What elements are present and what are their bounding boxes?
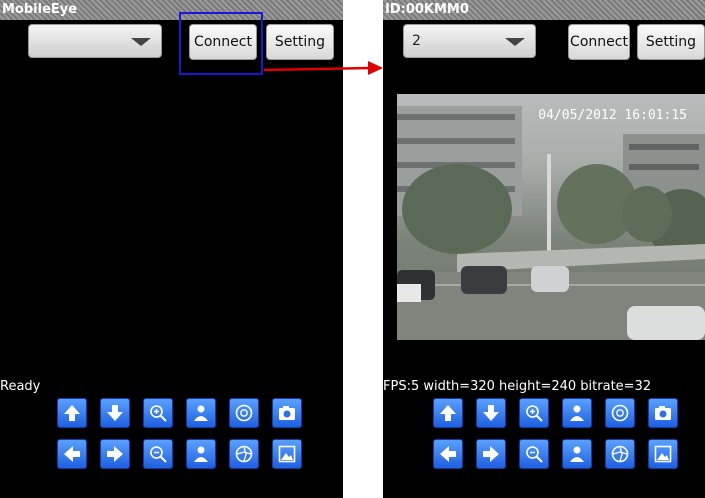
arrow-right-button[interactable] <box>476 439 506 469</box>
zoom-in-icon <box>150 405 167 422</box>
arrow-down-button[interactable] <box>476 398 506 428</box>
setting-button[interactable]: Setting <box>266 24 334 60</box>
arrow-right-icon <box>107 446 123 462</box>
chevron-down-icon <box>505 38 525 46</box>
arrow-down-icon <box>483 405 499 421</box>
device-id-title: ID:00KMM0 <box>383 0 705 20</box>
person-icon <box>194 405 208 421</box>
person-button[interactable] <box>186 439 216 469</box>
iris-open-icon <box>235 404 253 422</box>
zoom-in-button[interactable] <box>519 398 549 428</box>
iris-open-button[interactable] <box>229 398 259 428</box>
camera-icon <box>655 406 671 420</box>
video-timestamp: 04/05/2012 16:01:15 <box>538 108 687 123</box>
person-button[interactable] <box>562 439 592 469</box>
picture-icon <box>654 445 672 463</box>
camera-select-spinner[interactable]: 2 <box>403 24 536 58</box>
person-button[interactable] <box>562 398 592 428</box>
arrow-up-button[interactable] <box>433 398 463 428</box>
zoom-out-button[interactable] <box>143 439 173 469</box>
iris-open-button[interactable] <box>605 398 635 428</box>
iris-close-button[interactable] <box>229 439 259 469</box>
arrow-left-icon <box>440 446 456 462</box>
camera-select-spinner[interactable] <box>28 24 162 58</box>
video-feed: 04/05/2012 16:01:15 <box>397 94 705 340</box>
iris-close-icon <box>611 445 629 463</box>
iris-close-icon <box>235 445 253 463</box>
annotation-arrow <box>263 61 383 75</box>
chevron-down-icon <box>131 38 151 46</box>
camera-button[interactable] <box>272 398 302 428</box>
iris-open-icon <box>611 404 629 422</box>
camera-icon <box>279 406 295 420</box>
arrow-up-icon <box>64 405 80 421</box>
app-title: MobileEye <box>0 0 343 20</box>
person-button[interactable] <box>186 398 216 428</box>
picture-button[interactable] <box>648 439 678 469</box>
picture-button[interactable] <box>272 439 302 469</box>
video-scene <box>397 106 705 340</box>
person-icon <box>570 446 584 462</box>
zoom-out-icon <box>526 446 543 463</box>
arrow-left-button[interactable] <box>57 439 87 469</box>
arrow-down-icon <box>107 405 123 421</box>
person-icon <box>194 446 208 462</box>
status-text: Ready <box>0 379 41 394</box>
person-icon <box>570 405 584 421</box>
arrow-right-icon <box>483 446 499 462</box>
zoom-in-button[interactable] <box>143 398 173 428</box>
arrow-down-button[interactable] <box>100 398 130 428</box>
spinner-value: 2 <box>412 33 421 49</box>
zoom-out-button[interactable] <box>519 439 549 469</box>
camera-button[interactable] <box>648 398 678 428</box>
arrow-up-button[interactable] <box>57 398 87 428</box>
arrow-left-icon <box>64 446 80 462</box>
iris-close-button[interactable] <box>605 439 635 469</box>
connect-button[interactable]: Connect <box>568 24 630 60</box>
stream-status-text: FPS:5 width=320 height=240 bitrate=32 <box>383 379 652 394</box>
zoom-out-icon <box>150 446 167 463</box>
picture-icon <box>278 445 296 463</box>
arrow-right-button[interactable] <box>100 439 130 469</box>
arrow-left-button[interactable] <box>433 439 463 469</box>
zoom-in-icon <box>526 405 543 422</box>
arrow-up-icon <box>440 405 456 421</box>
connect-highlight-box <box>179 12 263 75</box>
setting-button[interactable]: Setting <box>637 24 705 60</box>
